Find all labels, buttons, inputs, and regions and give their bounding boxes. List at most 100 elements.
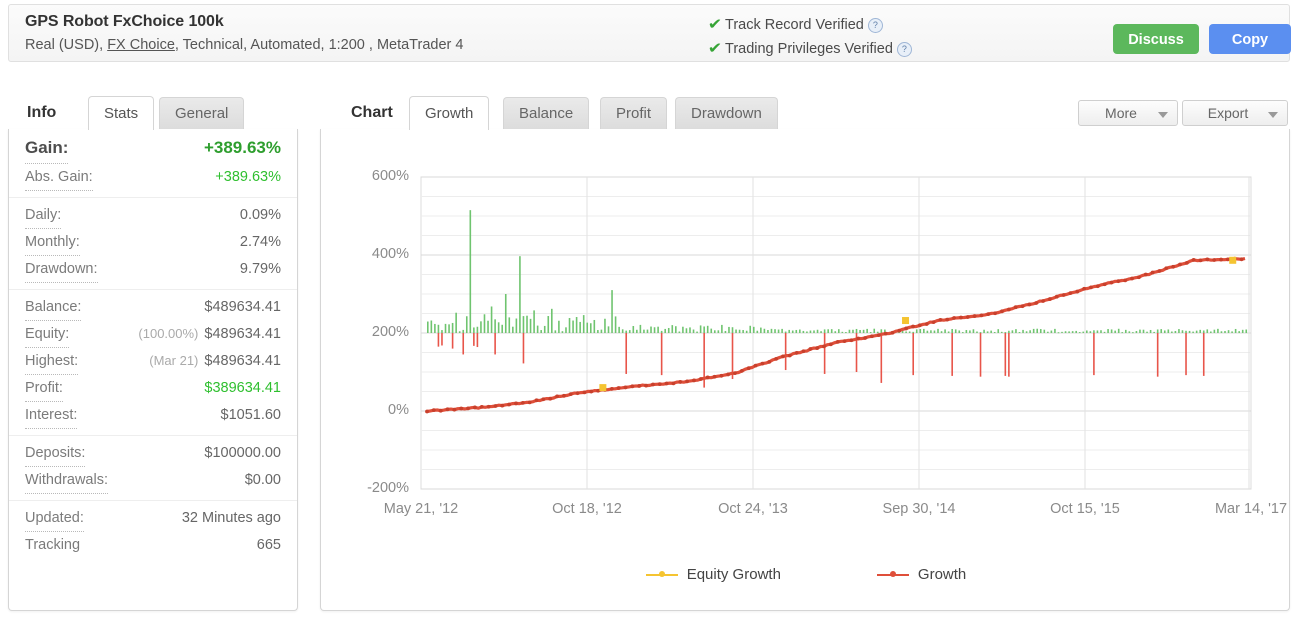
x-axis-tick: Oct 15, '15 (1050, 501, 1120, 517)
stat-row: Tracking 665 (25, 532, 281, 558)
legend-label: Growth (917, 566, 967, 583)
check-icon: ✔ (707, 16, 723, 33)
info-tabstrip: Info Stats General (8, 96, 298, 130)
export-label: Export (1207, 105, 1249, 121)
stat-subvalue: (100.00%) (138, 326, 199, 341)
stat-label: Tracking (25, 537, 81, 553)
stat-value: $489634.41 (204, 299, 281, 315)
legend-item-growth[interactable]: Growth (876, 566, 967, 583)
tab-drawdown[interactable]: Drawdown (675, 97, 778, 130)
more-label: More (1105, 105, 1137, 121)
stat-label: Profit: (25, 375, 63, 402)
stat-row: Deposits: $100000.00 (25, 440, 281, 467)
stats-group: Daily: 0.09% Monthly: 2.74% Drawdown: 9.79% (9, 197, 297, 289)
stats-list: Gain: +389.63% Abs. Gain: +389.63% Daily: 0.0… (8, 129, 298, 611)
stat-row: Monthly: 2.74% (25, 229, 281, 256)
chart-tabstrip: Chart Growth Balance Profit Drawdown Mor… (320, 96, 1290, 130)
stat-label: Daily: (25, 202, 62, 229)
stats-group: Gain: +389.63% Abs. Gain: +389.63% (9, 129, 297, 197)
chart-body: 600% 400% 200% 0% -200% May 21, '12 Oct 18, '… (320, 129, 1290, 611)
stats-group: Deposits: $100000.00 Withdrawals: $0.00 (9, 435, 297, 500)
account-subtitle: Real (USD), FX Choice, Technical, Automa… (25, 37, 463, 53)
copy-button[interactable]: Copy (1209, 24, 1291, 54)
x-axis-tick: May 21, '12 (383, 501, 459, 517)
page-title: GPS Robot FxChoice 100k (25, 13, 224, 30)
badge-trading-privileges-label: Trading Privileges Verified (725, 41, 893, 57)
stat-value: 2.74% (239, 234, 281, 250)
tab-stats[interactable]: Stats (88, 96, 155, 130)
help-icon[interactable]: ? (867, 18, 883, 33)
chevron-down-icon (1268, 112, 1278, 118)
chevron-down-icon (1158, 112, 1168, 118)
stat-value: $389634.41 (204, 380, 281, 396)
y-axis-tick: 0% (388, 402, 409, 418)
more-dropdown-button[interactable]: More (1078, 100, 1178, 126)
stat-label: Withdrawals: (25, 467, 108, 494)
stat-value: $489634.41 (204, 353, 281, 369)
verification-badges: ✔ Track Record Verified? ✔ Trading Privile… (707, 13, 912, 61)
stat-label: Deposits: (25, 440, 86, 467)
stat-value: +389.63% (203, 138, 281, 157)
tab-growth[interactable]: Growth (409, 96, 490, 130)
stats-group: Updated: 32 Minutes ago Tracking 665 (9, 500, 297, 564)
stat-row: Daily: 0.09% (25, 202, 281, 229)
broker-link[interactable]: FX Choice (107, 37, 175, 53)
legend-label: Equity Growth (686, 566, 781, 583)
badge-track-record: ✔ Track Record Verified? (707, 13, 912, 37)
stats-group: Balance: $489634.41 Equity: (100.00%) $48963… (9, 289, 297, 435)
export-dropdown-button[interactable]: Export (1182, 100, 1288, 126)
stat-label: Balance: (25, 294, 82, 321)
tab-profit[interactable]: Profit (600, 97, 668, 130)
stat-row: Updated: 32 Minutes ago (25, 505, 281, 532)
stat-value: $100000.00 (204, 445, 281, 461)
stat-value: $1051.60 (220, 407, 281, 423)
stat-value: 665 (256, 537, 281, 553)
x-axis-tick: Mar 14, '17 (1214, 501, 1288, 517)
stat-value: 32 Minutes ago (181, 510, 281, 526)
stat-value: +389.63% (215, 169, 281, 185)
y-axis-tick: 600% (371, 168, 409, 184)
stat-row: Abs. Gain: +389.63% (25, 164, 281, 191)
y-axis-tick: -200% (367, 480, 409, 496)
stat-row: Drawdown: 9.79% (25, 256, 281, 283)
stat-label: Abs. Gain: (25, 164, 93, 191)
chart-panel: Chart Growth Balance Profit Drawdown Mor… (320, 96, 1290, 611)
account-subtitle-pre: Real (USD), (25, 37, 108, 53)
legend-marker-icon (876, 570, 909, 580)
legend-marker-icon (645, 570, 678, 580)
stat-label: Drawdown: (25, 256, 98, 283)
legend-item-equity-growth[interactable]: Equity Growth (645, 566, 781, 583)
chart-panel-label: Chart (351, 104, 393, 121)
discuss-button[interactable]: Discuss (1113, 24, 1199, 54)
growth-chart[interactable]: 600% 400% 200% 0% -200% May 21, '12 Oct 18, '… (321, 129, 1291, 611)
account-subtitle-post: , Technical, Automated, 1:200 , MetaTrad… (174, 37, 464, 53)
stat-value: $0.00 (244, 472, 281, 488)
stat-row: Withdrawals: $0.00 (25, 467, 281, 494)
stat-value: 0.09% (239, 207, 281, 223)
tab-balance[interactable]: Balance (503, 97, 590, 130)
check-icon: ✔ (707, 40, 723, 57)
stat-row: Profit: $389634.41 (25, 375, 281, 402)
stat-row: Gain: +389.63% (25, 133, 281, 164)
stat-label: Highest: (25, 348, 79, 375)
stat-label: Updated: (25, 505, 84, 532)
tab-general[interactable]: General (159, 97, 245, 130)
stat-value: $489634.41 (204, 326, 281, 342)
y-axis-tick: 200% (371, 324, 409, 340)
stat-label: Equity: (25, 321, 70, 348)
chart-legend: Equity Growth Growth (321, 566, 1291, 583)
badge-trading-privileges: ✔ Trading Privileges Verified? (707, 37, 912, 61)
x-axis-tick: Sep 30, '14 (882, 501, 956, 517)
y-axis-tick: 400% (371, 246, 409, 262)
help-icon[interactable]: ? (896, 42, 912, 57)
stat-subvalue: (Mar 21) (149, 353, 199, 368)
info-panel-label: Info (27, 104, 57, 121)
stat-row: Highest: (Mar 21) $489634.41 (25, 348, 281, 375)
chart-svg (420, 176, 1252, 490)
info-panel: Info Stats General Gain: +389.63% Abs. Gai… (8, 96, 298, 611)
badge-track-record-label: Track Record Verified (725, 17, 864, 33)
screenshot-root: GPS Robot FxChoice 100k Real (USD), FX C… (0, 0, 1298, 623)
stat-value: 9.79% (239, 261, 281, 277)
stat-row: Equity: (100.00%) $489634.41 (25, 321, 281, 348)
stat-label: Monthly: (25, 229, 80, 256)
